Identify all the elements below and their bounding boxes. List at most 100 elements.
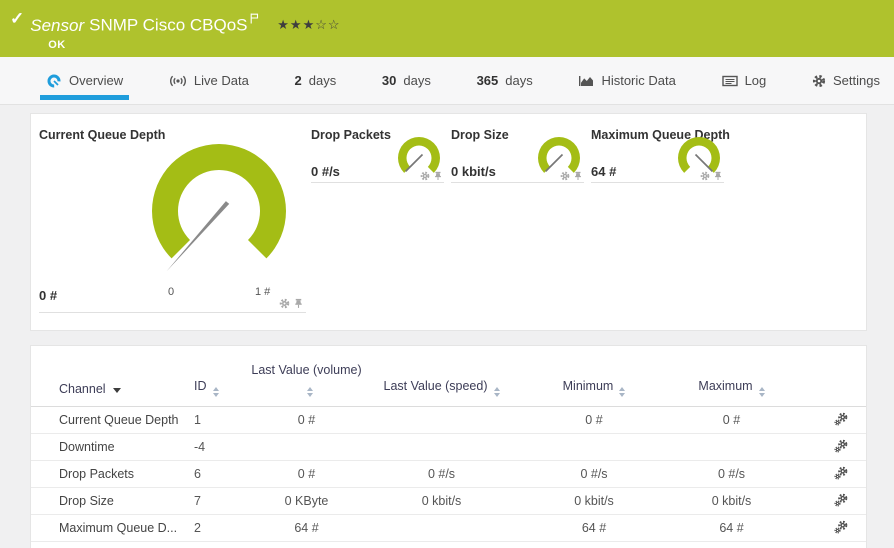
maximum-value: 0 #: [669, 407, 794, 434]
status-ok-check-icon: ✓: [10, 8, 24, 30]
last-value-speed: [364, 434, 519, 461]
column-header-maximum[interactable]: Maximum: [669, 346, 794, 407]
channels-table: Channel ID Last Value (volume) Last Valu…: [31, 346, 866, 542]
gear-icon: [812, 74, 826, 88]
sort-icon: [213, 387, 219, 397]
flag-icon[interactable]: [250, 8, 259, 30]
table-row: Drop Size 7 0 KByte 0 kbit/s 0 kbit/s 0 …: [31, 488, 866, 515]
gauge-value: 0 #: [39, 288, 57, 303]
minimum-value: [519, 434, 669, 461]
gauge-value: 0 kbit/s: [451, 164, 496, 179]
sort-icon: [307, 387, 313, 397]
gauge-drop-size: Drop Size 0 kbit/s: [451, 114, 584, 183]
channel-settings-icon[interactable]: [834, 493, 848, 507]
last-value-speed: 0 #/s: [364, 461, 519, 488]
chart-icon: [578, 74, 594, 87]
gauge-settings-gear-icon[interactable]: [279, 298, 290, 309]
column-header-id[interactable]: ID: [194, 346, 249, 407]
last-value-speed: [364, 407, 519, 434]
sort-desc-icon: [113, 388, 121, 393]
maximum-value: 0 #/s: [669, 461, 794, 488]
gauge-icon: [46, 73, 62, 89]
last-value-speed: [364, 515, 519, 542]
gauge-pin-icon[interactable]: [713, 171, 723, 181]
gauge-title: Drop Packets: [311, 128, 391, 142]
sensor-name: SNMP Cisco CBQoS: [89, 16, 247, 35]
maximum-value: [669, 434, 794, 461]
table-row: Downtime -4: [31, 434, 866, 461]
tab-30-days[interactable]: 30 days: [376, 57, 437, 104]
gauge-current-queue-depth: Current Queue Depth 0 1 # 0 #: [39, 114, 306, 313]
tab-live-data[interactable]: Live Data: [163, 57, 255, 104]
channel-id: 7: [194, 488, 249, 515]
last-value-volume: 0 #: [249, 407, 364, 434]
column-header-actions: [794, 346, 866, 407]
table-row: Drop Packets 6 0 # 0 #/s 0 #/s 0 #/s: [31, 461, 866, 488]
log-icon: [722, 74, 738, 88]
channel-name[interactable]: Drop Packets: [31, 461, 194, 488]
channel-id: -4: [194, 434, 249, 461]
sensor-type-label: Sensor: [30, 16, 84, 35]
table-header-row: Channel ID Last Value (volume) Last Valu…: [31, 346, 866, 407]
gauge-scale-min: 0: [168, 286, 174, 298]
last-value-volume: 0 #: [249, 461, 364, 488]
channel-name[interactable]: Maximum Queue D...: [31, 515, 194, 542]
gauge-drop-packets: Drop Packets 0 #/s: [311, 114, 444, 183]
channel-id: 1: [194, 407, 249, 434]
column-header-last-value-volume[interactable]: Last Value (volume): [249, 346, 364, 407]
column-header-last-value-speed[interactable]: Last Value (speed): [364, 346, 519, 407]
tab-settings[interactable]: Settings: [806, 57, 886, 104]
broadcast-icon: [169, 74, 187, 88]
minimum-value: 0 kbit/s: [519, 488, 669, 515]
tab-bar: Overview Live Data 2 days 30 days 365 da…: [0, 57, 894, 105]
last-value-volume: 0 KByte: [249, 488, 364, 515]
sensor-title: Sensor SNMP Cisco CBQoS ★★★☆☆: [30, 8, 340, 37]
last-value-volume: [249, 434, 364, 461]
column-header-minimum[interactable]: Minimum: [519, 346, 669, 407]
gauge-title: Drop Size: [451, 128, 509, 142]
priority-stars[interactable]: ★★★☆☆: [277, 17, 340, 32]
channel-settings-icon[interactable]: [834, 412, 848, 426]
tab-365-days[interactable]: 365 days: [471, 57, 539, 104]
gauge-value: 0 #/s: [311, 164, 340, 179]
channel-name[interactable]: Downtime: [31, 434, 194, 461]
tab-overview[interactable]: Overview: [40, 57, 129, 104]
channels-panel: Channel ID Last Value (volume) Last Valu…: [30, 345, 867, 548]
last-value-volume: 64 #: [249, 515, 364, 542]
minimum-value: 0 #/s: [519, 461, 669, 488]
gauge-pin-icon[interactable]: [293, 298, 304, 309]
column-header-channel[interactable]: Channel: [31, 346, 194, 407]
table-row: Maximum Queue D... 2 64 # 64 # 64 #: [31, 515, 866, 542]
channel-name[interactable]: Drop Size: [31, 488, 194, 515]
channel-name[interactable]: Current Queue Depth: [31, 407, 194, 434]
sensor-header: ✓ Sensor SNMP Cisco CBQoS ★★★☆☆ OK: [0, 0, 894, 57]
tab-historic-data[interactable]: Historic Data: [572, 57, 681, 104]
gauge-settings-gear-icon[interactable]: [700, 171, 710, 181]
tab-2-days[interactable]: 2 days: [289, 57, 343, 104]
table-row: Current Queue Depth 1 0 # 0 # 0 #: [31, 407, 866, 434]
minimum-value: 64 #: [519, 515, 669, 542]
status-badge: OK: [48, 39, 340, 51]
gauges-panel: Current Queue Depth 0 1 # 0 # Drop Packe…: [30, 113, 867, 331]
channel-id: 2: [194, 515, 249, 542]
channel-settings-icon[interactable]: [834, 439, 848, 453]
maximum-value: 0 kbit/s: [669, 488, 794, 515]
minimum-value: 0 #: [519, 407, 669, 434]
gauge-dial: [144, 133, 294, 283]
gauge-pin-icon[interactable]: [573, 171, 583, 181]
gauge-maximum-queue-depth: Maximum Queue Depth 64 #: [591, 114, 724, 183]
gauge-scale-max: 1 #: [255, 286, 270, 298]
channel-settings-icon[interactable]: [834, 520, 848, 534]
gauge-pin-icon[interactable]: [433, 171, 443, 181]
channel-settings-icon[interactable]: [834, 466, 848, 480]
tab-log[interactable]: Log: [716, 57, 773, 104]
sort-icon: [619, 387, 625, 397]
gauge-settings-gear-icon[interactable]: [560, 171, 570, 181]
maximum-value: 64 #: [669, 515, 794, 542]
sort-icon: [759, 387, 765, 397]
last-value-speed: 0 kbit/s: [364, 488, 519, 515]
sort-icon: [494, 387, 500, 397]
channel-id: 6: [194, 461, 249, 488]
gauge-value: 64 #: [591, 164, 616, 179]
gauge-settings-gear-icon[interactable]: [420, 171, 430, 181]
